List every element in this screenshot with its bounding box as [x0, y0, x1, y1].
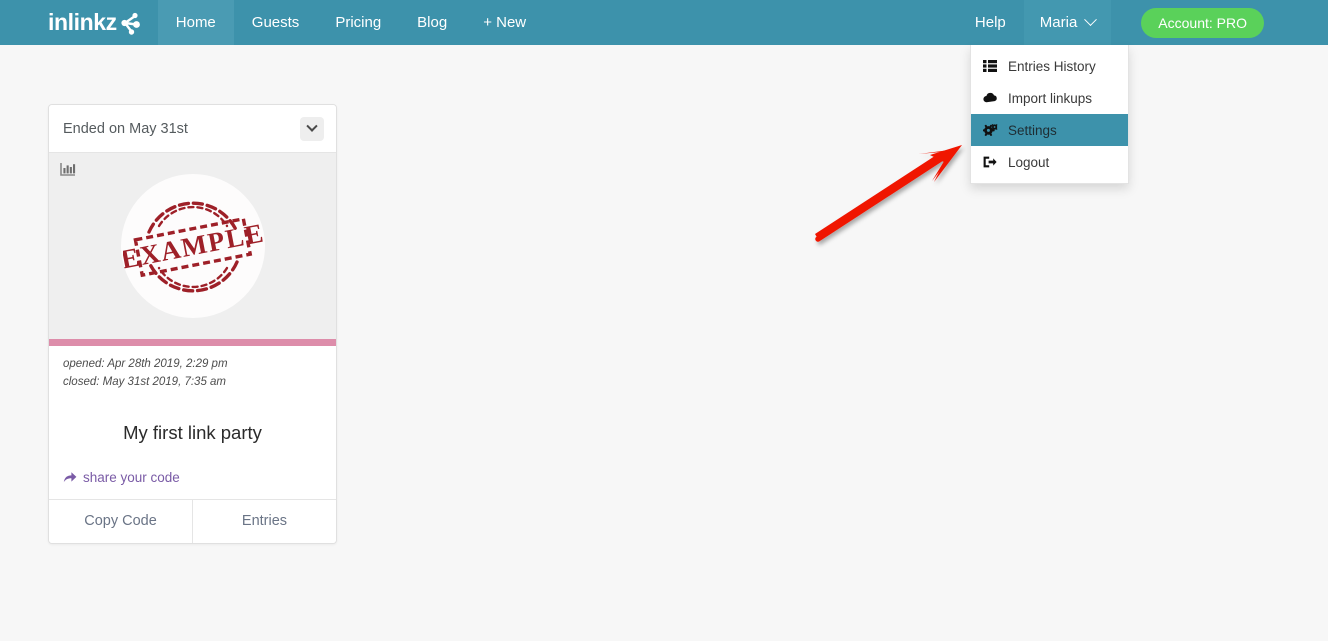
card-collapse-button[interactable]: [300, 116, 324, 141]
menu-item-settings[interactable]: Settings: [971, 114, 1128, 146]
user-dropdown-menu: Entries History Import linkups Settings …: [970, 45, 1129, 184]
user-menu-toggle[interactable]: Maria: [1023, 0, 1112, 45]
inlinkz-node-logo-icon: [116, 10, 142, 36]
nav-item-new[interactable]: + New: [465, 0, 544, 45]
cloud-download-icon: [983, 92, 1000, 104]
entries-button[interactable]: Entries: [192, 499, 336, 543]
brand-logo[interactable]: inlinkz: [48, 0, 142, 45]
menu-item-label: Settings: [1008, 122, 1057, 138]
copy-code-button[interactable]: Copy Code: [49, 499, 192, 543]
linkup-title: My first link party: [123, 421, 262, 443]
nav-item-pricing[interactable]: Pricing: [317, 0, 399, 45]
example-stamp-image: EXAMPLE: [120, 174, 265, 318]
user-menu-label: Maria: [1039, 14, 1078, 31]
example-stamp-graphic: EXAMPLE: [123, 201, 263, 293]
nav-item-blog[interactable]: Blog: [399, 0, 465, 45]
top-navbar: inlinkz Home Guests Pricing Blog + New H…: [0, 0, 1328, 45]
menu-item-label: Entries History: [1008, 58, 1096, 74]
card-accent-bar: [49, 339, 336, 346]
nav-item-help[interactable]: Help: [957, 0, 1024, 45]
nav-item-home[interactable]: Home: [157, 0, 234, 45]
card-status-label: Ended on May 31st: [63, 120, 188, 137]
menu-item-entries-history[interactable]: Entries History: [971, 50, 1128, 82]
card-header: Ended on May 31st: [49, 105, 336, 153]
primary-nav: Home Guests Pricing Blog + New: [157, 0, 544, 45]
list-table-icon: [983, 60, 1000, 72]
account-pro-button[interactable]: Account: PRO: [1141, 7, 1264, 38]
bar-chart-icon[interactable]: [60, 162, 76, 182]
menu-item-label: Logout: [1008, 154, 1050, 170]
sign-out-icon: [983, 156, 1000, 168]
gears-icon: [983, 123, 1000, 137]
closed-timestamp: closed: May 31st 2019, 7:35 am: [63, 375, 227, 388]
nav-item-guests[interactable]: Guests: [234, 0, 318, 45]
brand-wordmark: inlinkz: [48, 9, 117, 35]
share-arrow-icon: [63, 471, 83, 483]
opened-timestamp: opened: Apr 28th 2019, 2:29 pm: [63, 358, 228, 370]
menu-item-label: Import linkups: [1008, 90, 1093, 106]
card-footer: Copy Code Entries: [49, 498, 336, 543]
menu-item-import-linkups[interactable]: Import linkups: [971, 82, 1128, 114]
share-your-code-link[interactable]: share your code: [63, 470, 322, 485]
card-body: opened: Apr 28th 2019, 2:29 pm closed: M…: [49, 346, 336, 499]
linkup-card: Ended on May 31st EXAMPLE opened: Apr 28…: [48, 104, 337, 544]
chevron-down-icon: [1084, 13, 1098, 27]
menu-item-logout[interactable]: Logout: [971, 146, 1128, 178]
share-link-label: share your code: [83, 469, 180, 485]
secondary-nav: Help Maria Account: PRO: [957, 0, 1328, 45]
card-media: EXAMPLE: [49, 153, 336, 339]
chevron-down-icon: [306, 120, 318, 132]
